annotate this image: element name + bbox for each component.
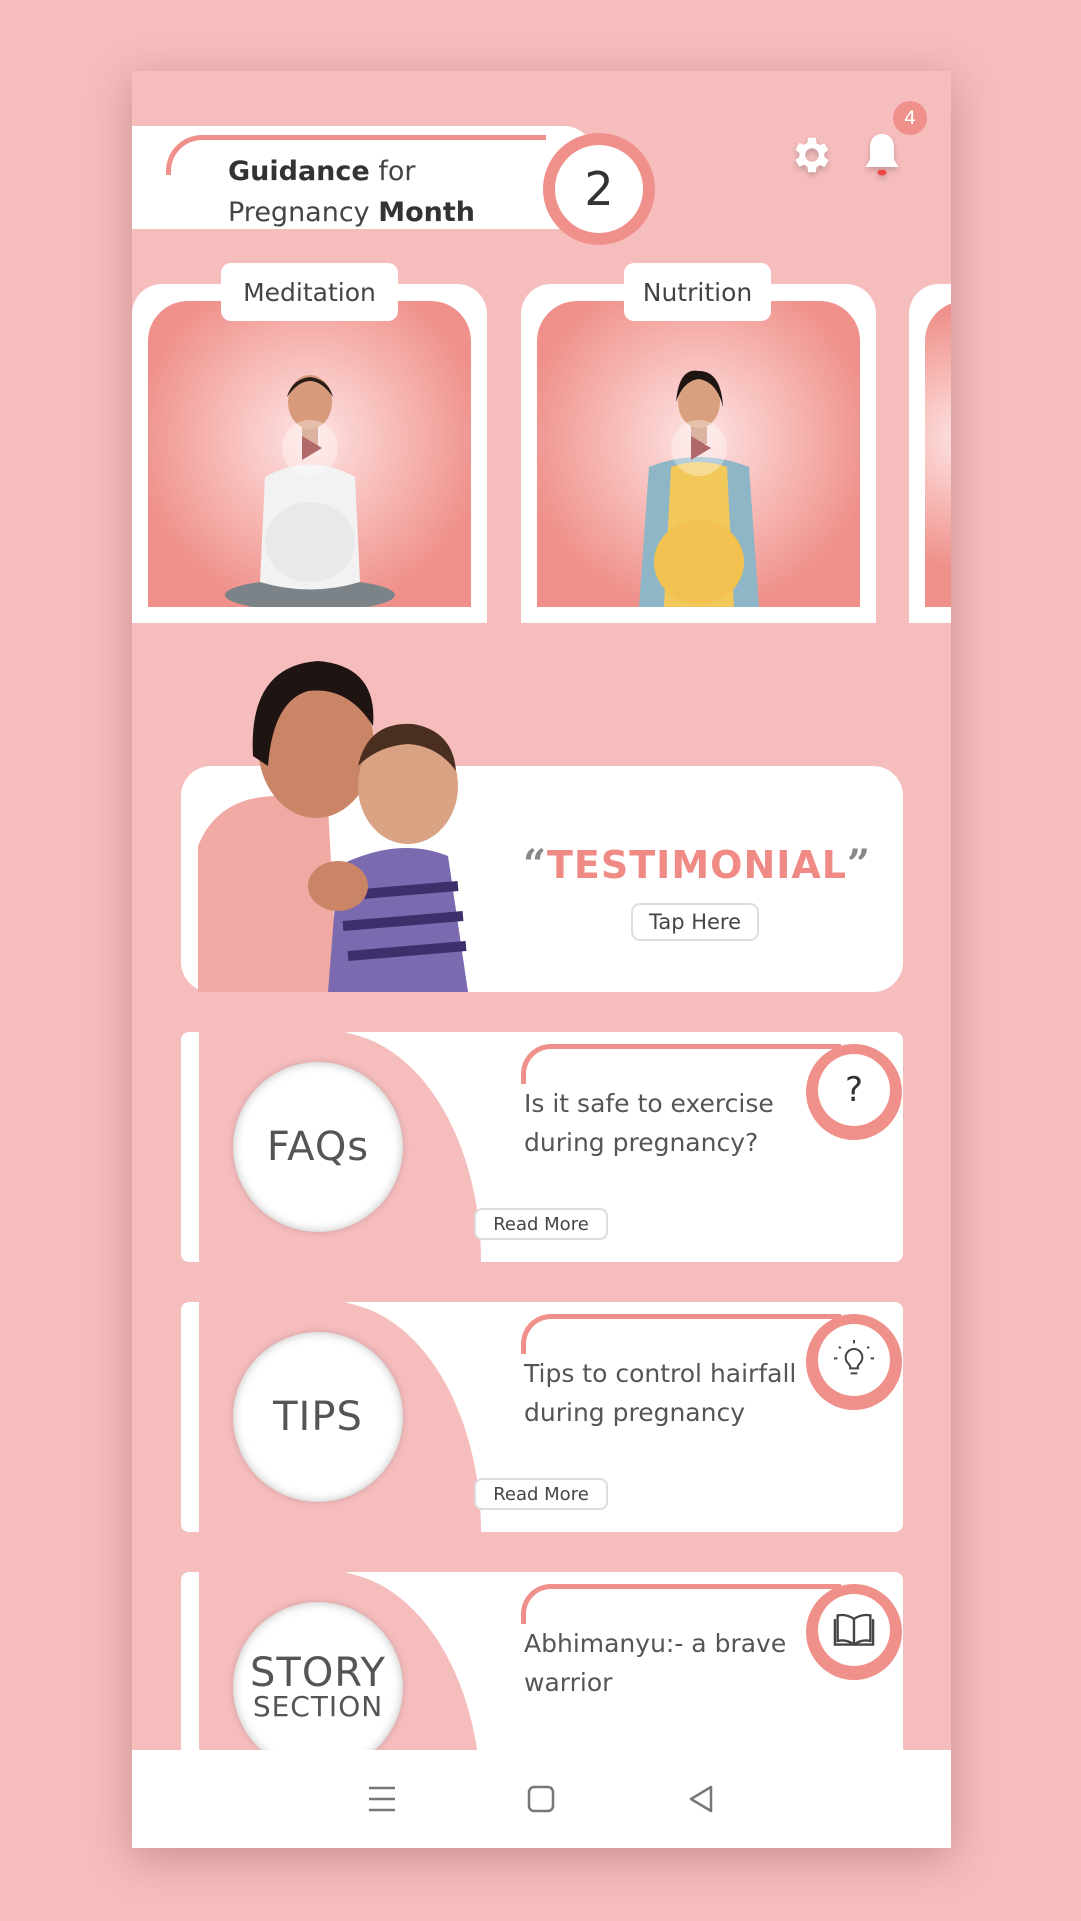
- video-label-meditation: Meditation: [221, 263, 398, 321]
- read-more-button[interactable]: Read More: [474, 1478, 608, 1510]
- play-icon[interactable]: [670, 419, 727, 476]
- phone-screen: Guidance for Pregnancy Month 2 4 Meditat…: [132, 71, 951, 1848]
- open-quote: “: [523, 841, 548, 888]
- story-badge-sublabel: SECTION: [252, 1690, 384, 1723]
- card-edge: [181, 1032, 199, 1262]
- bell-icon[interactable]: [858, 129, 906, 183]
- title-for: for: [369, 156, 416, 187]
- pregnant-woman-eating-illustration: [638, 370, 759, 607]
- lightbulb-icon: [818, 1324, 890, 1396]
- title-bold-month: Month: [378, 197, 476, 228]
- video-card-meditation[interactable]: [132, 284, 487, 623]
- faq-question: Is it safe to exercise during pregnancy?: [524, 1089, 774, 1157]
- story-badge-label: STORY: [250, 1650, 386, 1696]
- video-card-nutrition[interactable]: [521, 284, 876, 623]
- title-pregnancy: Pregnancy: [228, 197, 379, 228]
- nutrition-image: [537, 301, 860, 607]
- tips-badge-label: TIPS: [273, 1394, 363, 1440]
- play-icon[interactable]: [281, 419, 338, 476]
- back-icon[interactable]: [686, 1784, 716, 1814]
- page-title: Guidance for Pregnancy Month: [228, 151, 475, 233]
- meditation-image: [148, 301, 471, 607]
- system-navigation-bar: [132, 1750, 951, 1848]
- tap-here-button[interactable]: Tap Here: [631, 903, 759, 941]
- next-video-image: [925, 301, 951, 607]
- title-bold-guidance: Guidance: [228, 156, 370, 187]
- tips-text: Tips to control hairfall during pregnanc…: [524, 1359, 797, 1427]
- read-more-button[interactable]: Read More: [474, 1208, 608, 1240]
- book-icon: [818, 1594, 890, 1666]
- tips-badge: TIPS: [233, 1332, 403, 1502]
- card-arc: [521, 1044, 841, 1084]
- card-arc: [521, 1584, 841, 1624]
- testimonial-title: “TESTIMONIAL”: [523, 841, 871, 888]
- gear-icon[interactable]: [788, 131, 836, 179]
- mother-and-baby-photo: [198, 661, 468, 992]
- testimonial-title-text: TESTIMONIAL: [547, 843, 848, 887]
- story-badge: STORY SECTION: [233, 1602, 403, 1772]
- card-arc: [521, 1314, 841, 1354]
- month-number[interactable]: 2: [555, 145, 643, 233]
- video-card-next[interactable]: [909, 284, 951, 623]
- notification-badge: 4: [893, 101, 927, 135]
- meditating-woman-illustration: [224, 375, 395, 607]
- card-edge: [181, 1302, 199, 1532]
- menu-icon[interactable]: [367, 1784, 397, 1814]
- video-label-nutrition: Nutrition: [624, 263, 771, 321]
- faq-badge-label: FAQs: [266, 1124, 370, 1170]
- tips-card[interactable]: TIPS Tips to control hairfall during pre…: [181, 1302, 903, 1532]
- faq-card[interactable]: FAQs ? Is it safe to exercise during pre…: [181, 1032, 903, 1262]
- home-icon[interactable]: [526, 1784, 556, 1814]
- close-quote: ”: [847, 841, 872, 888]
- story-title: Abhimanyu:- a brave warrior: [524, 1629, 787, 1697]
- faq-badge: FAQs: [233, 1062, 403, 1232]
- question-icon: ?: [818, 1054, 890, 1126]
